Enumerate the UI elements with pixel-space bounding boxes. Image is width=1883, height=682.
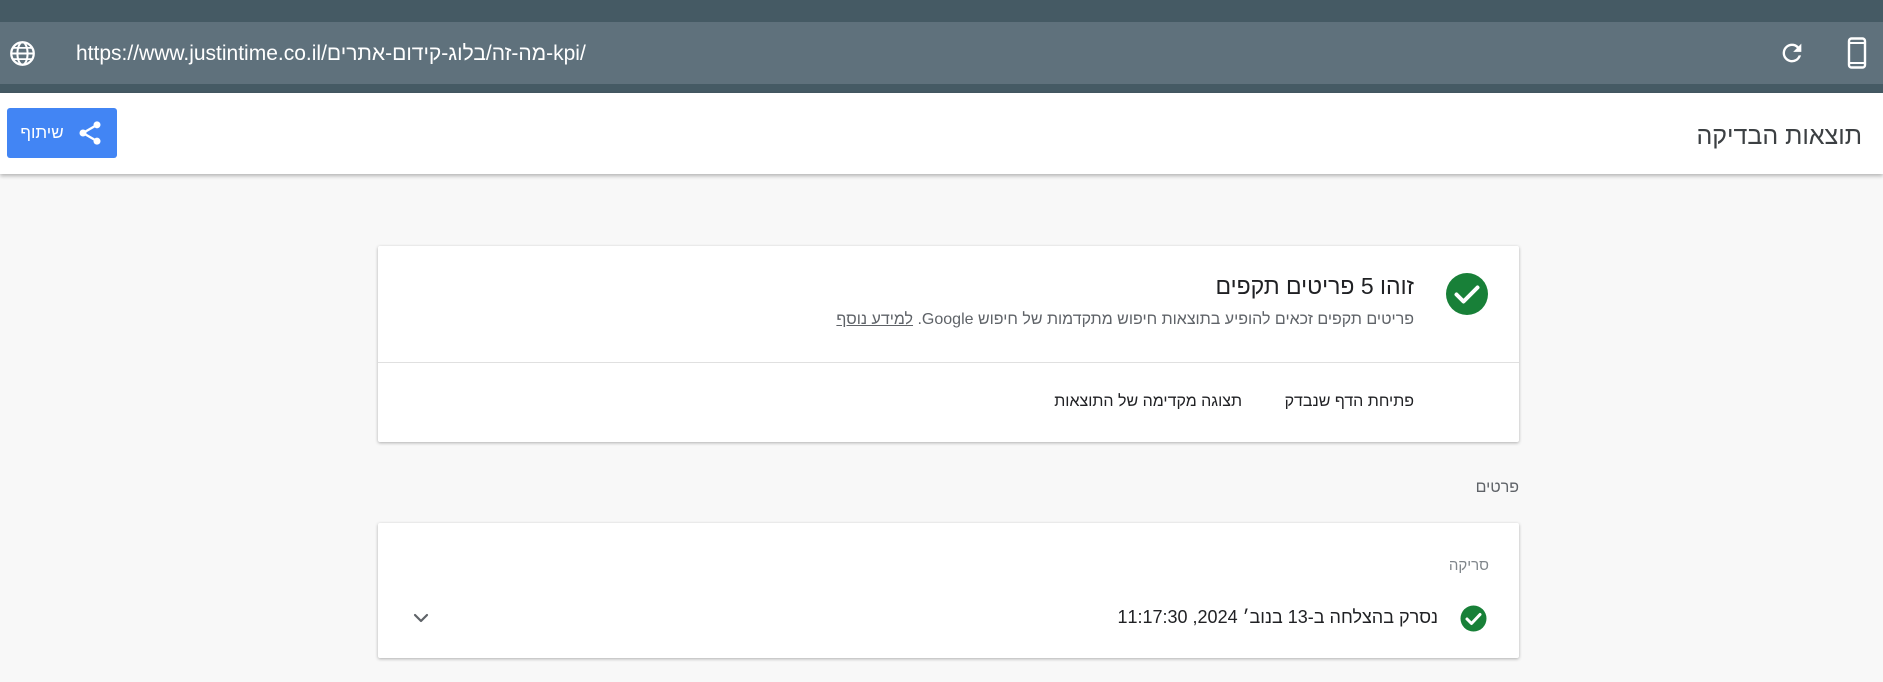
page-title: תוצאות הבדיקה (1696, 122, 1862, 150)
preview-results-button[interactable]: תצוגה מקדימה של התוצאות (1054, 393, 1242, 411)
browser-bar-border (0, 84, 1883, 93)
app-header (0, 93, 1883, 174)
details-section-label: פרטים (1475, 479, 1519, 496)
valid-check-icon (1446, 273, 1488, 315)
summary-headline: זוהו 5 פריטים תקפים (1215, 273, 1415, 299)
url-text[interactable]: https://www.justintime.co.il/מה-זה/בלוג-… (76, 40, 586, 67)
crawl-label: סריקה (1448, 557, 1489, 574)
share-button-label: שיתוף (20, 123, 64, 142)
open-tested-page-button[interactable]: פתיחת הדף שנבדק (1285, 393, 1414, 411)
crawl-success-check-icon (1460, 605, 1487, 632)
chevron-down-icon[interactable] (410, 607, 432, 629)
card-divider (378, 362, 1519, 363)
crawl-card[interactable]: סריקה נסרק בהצלחה ב-13 בנוב׳ 2024, 11:17… (378, 523, 1519, 658)
summary-card: זוהו 5 פריטים תקפים פריטים תקפים זכאים ל… (378, 246, 1519, 442)
reload-icon[interactable] (1778, 39, 1806, 67)
crawl-status: נסרק בהצלחה ב-13 בנוב׳ 2024, 11:17:30 (1117, 607, 1438, 627)
share-button[interactable]: שיתוף (7, 108, 117, 158)
mobile-device-icon[interactable] (1847, 37, 1867, 69)
summary-description-text: פריטים תקפים זכאים להופיע בתוצאות חיפוש … (917, 311, 1414, 328)
globe-icon[interactable] (9, 40, 36, 67)
learn-more-link[interactable]: למידע נוסף (836, 311, 913, 328)
share-icon (79, 121, 101, 145)
summary-description: פריטים תקפים זכאים להופיע בתוצאות חיפוש … (836, 311, 1414, 329)
browser-top-strip (0, 0, 1883, 22)
